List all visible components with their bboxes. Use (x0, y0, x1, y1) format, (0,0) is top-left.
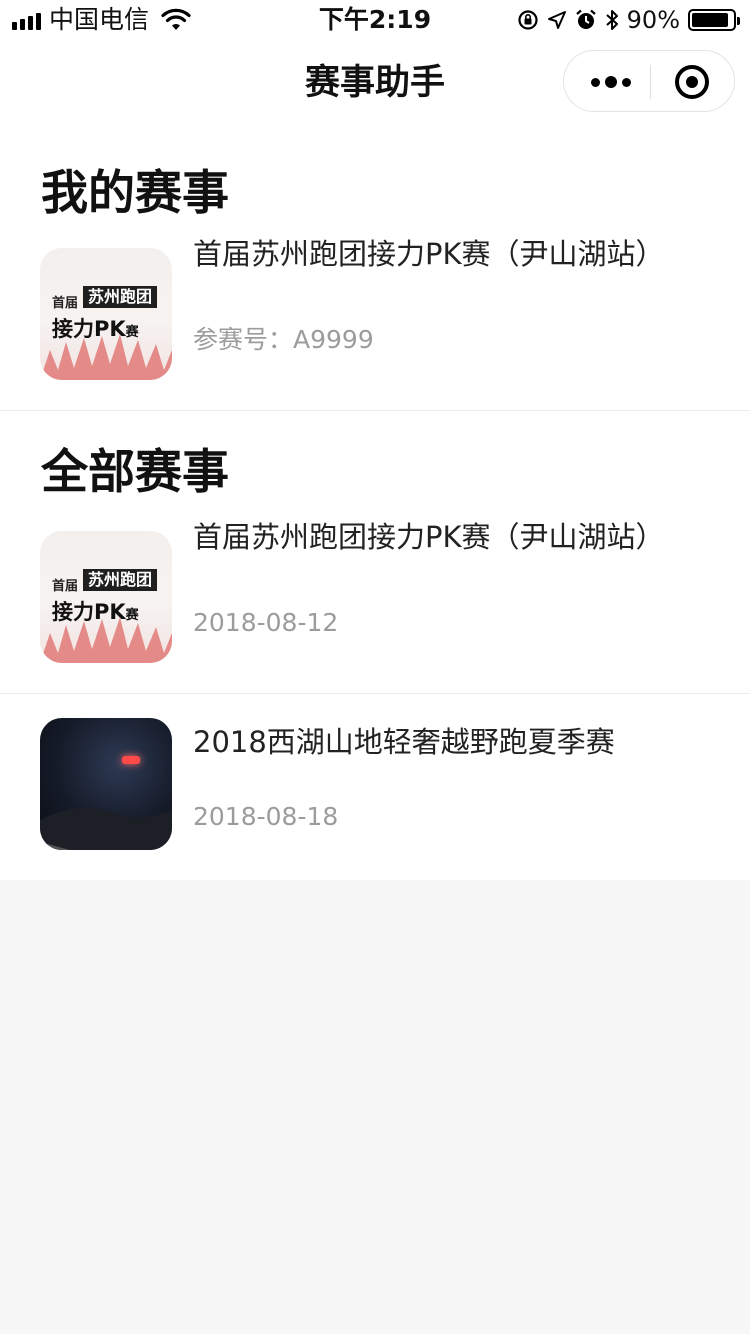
event-title: 首届苏州跑团接力PK赛（尹山湖站） (193, 237, 665, 271)
my-event-item[interactable]: 首届 苏州跑团 接力PK赛 首届苏州跑团接力PK赛（尹山湖站） 参赛号：A999… (0, 224, 750, 411)
event-bib-number: 参赛号：A9999 (193, 325, 374, 354)
thumb-band-text: 苏州跑团 (83, 286, 158, 308)
event-title: 2018西湖山地轻奢越野跑夏季赛 (193, 725, 615, 759)
location-icon (547, 11, 566, 29)
event-thumbnail: 首届 苏州跑团 接力PK赛 (40, 531, 172, 663)
event-title: 首届苏州跑团接力PK赛（尹山湖站） (193, 520, 665, 554)
thumb-small-text: 首届 (52, 579, 79, 594)
event-thumbnail (40, 718, 172, 850)
thumb-light (122, 756, 140, 764)
my-events-heading: 我的赛事 (41, 166, 229, 221)
all-events-heading: 全部赛事 (41, 445, 229, 500)
alarm-icon (575, 9, 596, 29)
event-item[interactable]: 2018西湖山地轻奢越野跑夏季赛 2018-08-18 (0, 694, 750, 880)
hill-graphic (40, 807, 172, 850)
event-date: 2018-08-18 (193, 802, 339, 831)
event-item[interactable]: 首届 苏州跑团 接力PK赛 首届苏州跑团接力PK赛（尹山湖站） 2018-08-… (0, 507, 750, 694)
burst-graphic (40, 334, 172, 380)
status-bar: 中国电信 下午2:19 90% (0, 0, 750, 40)
close-target-icon[interactable] (675, 65, 709, 99)
thumb-small-text: 首届 (52, 296, 79, 311)
miniprogram-capsule (563, 50, 735, 112)
bluetooth-icon (605, 10, 618, 30)
event-thumbnail: 首届 苏州跑团 接力PK赛 (40, 248, 172, 380)
rotation-lock-icon (518, 10, 538, 30)
navigation-bar: 赛事助手 (0, 40, 750, 128)
thumb-band-text: 苏州跑团 (83, 569, 158, 591)
battery-percent: 90% (626, 6, 680, 34)
burst-graphic (40, 617, 172, 663)
status-right: 90% (517, 6, 740, 34)
event-list: 我的赛事 首届 苏州跑团 接力PK赛 首届苏州跑团接力PK赛（尹山湖站） 参赛号… (0, 128, 750, 880)
capsule-divider (650, 65, 651, 99)
more-icon[interactable] (591, 69, 631, 95)
event-date: 2018-08-12 (193, 608, 339, 637)
battery-icon (688, 9, 740, 31)
